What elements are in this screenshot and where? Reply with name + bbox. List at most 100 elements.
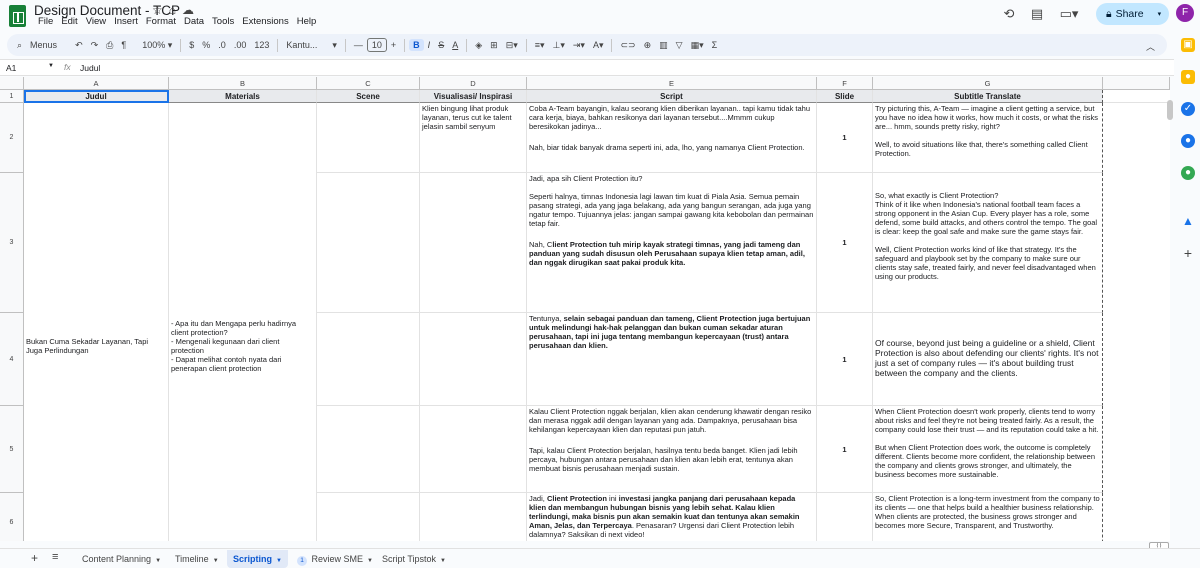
sheets-logo-icon[interactable] bbox=[9, 5, 26, 27]
cell-scene[interactable] bbox=[317, 313, 420, 406]
cell-scene[interactable] bbox=[317, 493, 420, 541]
cell-script[interactable]: Coba A-Team bayangin, kalau seorang klie… bbox=[527, 103, 817, 173]
header-script[interactable]: Script bbox=[527, 90, 817, 103]
header-subtitle-translate[interactable]: Subtitle Translate bbox=[873, 90, 1103, 103]
sheet-tab-review-sme[interactable]: 1 Review SME ▼ bbox=[291, 550, 379, 568]
strikethrough-button[interactable]: S bbox=[434, 40, 448, 50]
cell-subtitle[interactable]: So, Client Protection is a long-term inv… bbox=[873, 493, 1103, 541]
empty-column[interactable] bbox=[1103, 103, 1170, 541]
row-header-3[interactable]: 3 bbox=[0, 173, 24, 313]
cell-judul[interactable]: Bukan Cuma Sekadar Layanan, Tapi Juga Pe… bbox=[24, 103, 169, 541]
contacts-icon[interactable]: ● bbox=[1181, 134, 1195, 148]
spreadsheet-grid[interactable]: A B C D E F G 1 2 3 4 5 6 Judul Material… bbox=[0, 77, 1170, 541]
menus-label[interactable]: Menus bbox=[26, 40, 61, 50]
vertical-align-icon[interactable]: ⊥▾ bbox=[549, 40, 569, 51]
row-header-6[interactable]: 6 bbox=[0, 493, 24, 541]
column-header-a[interactable]: A bbox=[24, 77, 169, 90]
increase-decimal-button[interactable]: .00 bbox=[230, 40, 251, 50]
cell-script[interactable]: Tentunya, selain sebagai panduan dan tam… bbox=[527, 313, 817, 406]
column-header-h[interactable] bbox=[1103, 77, 1170, 90]
sheet-tab-timeline[interactable]: Timeline ▼ bbox=[169, 550, 225, 568]
filter-views-icon[interactable]: ▦▾ bbox=[687, 40, 708, 51]
cell-subtitle[interactable]: When Client Protection doesn't work prop… bbox=[873, 406, 1103, 493]
print-icon[interactable]: ⎙ bbox=[102, 40, 117, 51]
add-icon[interactable]: + bbox=[1181, 246, 1195, 260]
search-icon[interactable]: ⌕ bbox=[7, 40, 26, 51]
add-sheet-button[interactable]: + bbox=[31, 551, 38, 565]
star-icon[interactable]: ☆ bbox=[152, 3, 163, 17]
header-scene[interactable]: Scene bbox=[317, 90, 420, 103]
borders-icon[interactable]: ⊞ bbox=[486, 40, 502, 51]
menu-edit[interactable]: Edit bbox=[57, 16, 81, 27]
tab-dropdown-icon[interactable]: ▼ bbox=[213, 558, 219, 564]
sheet-tab-scripting[interactable]: Scripting ▼ bbox=[227, 550, 288, 568]
cell-scene[interactable] bbox=[317, 103, 420, 173]
cell-subtitle[interactable]: Of course, beyond just being a guideline… bbox=[873, 313, 1103, 406]
vertical-scrollbar-thumb[interactable] bbox=[1167, 100, 1173, 120]
filter-icon[interactable]: ▽ bbox=[672, 40, 687, 51]
meet-icon[interactable]: ▭▾ bbox=[1058, 6, 1080, 22]
column-header-c[interactable]: C bbox=[317, 77, 420, 90]
cell-slide[interactable]: 1 bbox=[817, 493, 873, 541]
undo-icon[interactable]: ↶ bbox=[71, 40, 87, 51]
text-rotation-icon[interactable]: A▾ bbox=[589, 40, 608, 51]
currency-format-button[interactable]: $ bbox=[185, 40, 198, 50]
cell-script[interactable]: Jadi, apa sih Client Protection itu? Sep… bbox=[527, 173, 817, 313]
select-all-corner[interactable] bbox=[0, 77, 24, 90]
column-header-b[interactable]: B bbox=[169, 77, 317, 90]
bold-button[interactable]: B bbox=[409, 39, 424, 51]
functions-icon[interactable]: Σ bbox=[708, 40, 722, 50]
keep-icon[interactable]: ● bbox=[1181, 70, 1195, 84]
tab-dropdown-icon[interactable]: ▼ bbox=[440, 558, 446, 564]
menu-view[interactable]: View bbox=[82, 16, 110, 27]
cell-visualisasi[interactable] bbox=[420, 406, 527, 493]
font-dropdown-icon[interactable]: ▾ bbox=[328, 40, 341, 51]
fill-color-icon[interactable]: ◈ bbox=[471, 40, 486, 51]
name-box-dropdown-icon[interactable]: ▼ bbox=[48, 63, 54, 69]
move-icon[interactable]: ⌂ bbox=[169, 3, 176, 17]
tasks-icon[interactable]: ✓ bbox=[1181, 102, 1195, 116]
sheet-tab-content-planning[interactable]: Content Planning ▼ bbox=[76, 550, 167, 568]
share-button[interactable]: 🔒︎ Share ▾ bbox=[1096, 3, 1169, 25]
column-header-d[interactable]: D bbox=[420, 77, 527, 90]
insert-link-icon[interactable]: ⊂⊃ bbox=[616, 40, 639, 51]
header-judul[interactable]: Judul bbox=[24, 90, 169, 103]
cell-script[interactable]: Kalau Client Protection nggak berjalan, … bbox=[527, 406, 817, 493]
cell-materials[interactable]: - Apa itu dan Mengapa perlu hadirnya cli… bbox=[169, 103, 317, 541]
row-header-5[interactable]: 5 bbox=[0, 406, 24, 493]
text-color-button[interactable]: A bbox=[448, 40, 462, 50]
cell-slide[interactable]: 1 bbox=[817, 173, 873, 313]
cell-script[interactable]: Jadi, Client Protection ini investasi ja… bbox=[527, 493, 817, 541]
percent-format-button[interactable]: % bbox=[198, 40, 214, 50]
redo-icon[interactable]: ↷ bbox=[87, 40, 103, 51]
italic-button[interactable]: I bbox=[424, 40, 435, 50]
header-slide[interactable]: Slide bbox=[817, 90, 873, 103]
zoom-select[interactable]: 100% ▾ bbox=[138, 40, 176, 51]
row-header-1[interactable]: 1 bbox=[0, 90, 24, 103]
decrease-font-button[interactable]: — bbox=[350, 40, 367, 50]
column-header-f[interactable]: F bbox=[817, 77, 873, 90]
cell-scene[interactable] bbox=[317, 406, 420, 493]
maps-icon[interactable]: ● bbox=[1181, 166, 1195, 180]
cell-visualisasi[interactable]: Klien bingung lihat produk layanan, teru… bbox=[420, 103, 527, 173]
menu-extensions[interactable]: Extensions bbox=[238, 16, 292, 27]
cell-slide[interactable]: 1 bbox=[817, 103, 873, 173]
horizontal-align-icon[interactable]: ≡▾ bbox=[531, 40, 549, 51]
cell-visualisasi[interactable] bbox=[420, 173, 527, 313]
name-box[interactable]: A1 bbox=[6, 63, 16, 73]
menu-tools[interactable]: Tools bbox=[208, 16, 238, 27]
menu-file[interactable]: File bbox=[34, 16, 57, 27]
cell-slide[interactable]: 1 bbox=[817, 313, 873, 406]
column-header-e[interactable]: E bbox=[527, 77, 817, 90]
share-dropdown-icon[interactable]: ▾ bbox=[1158, 10, 1162, 18]
merge-cells-icon[interactable]: ⊟▾ bbox=[502, 40, 522, 51]
calendar-icon[interactable]: ▣ bbox=[1181, 38, 1195, 52]
row-header-2[interactable]: 2 bbox=[0, 103, 24, 173]
header-visualisasi[interactable]: Visualisasi/ Inspirasi bbox=[420, 90, 527, 103]
tab-dropdown-icon[interactable]: ▼ bbox=[367, 558, 373, 564]
font-size-input[interactable]: 10 bbox=[366, 38, 387, 52]
tab-dropdown-icon[interactable]: ▼ bbox=[155, 558, 161, 564]
header-materials[interactable]: Materials bbox=[169, 90, 317, 103]
row-header-4[interactable]: 4 bbox=[0, 313, 24, 406]
cell-visualisasi[interactable] bbox=[420, 313, 527, 406]
